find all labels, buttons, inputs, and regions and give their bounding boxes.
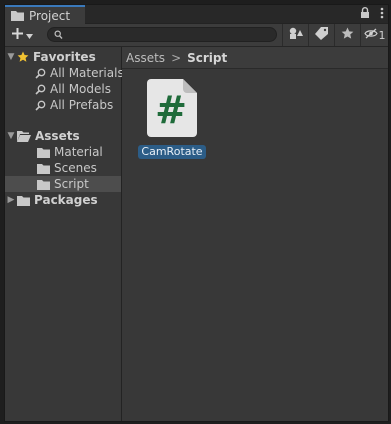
search-field[interactable] [47, 27, 277, 42]
tree-item-label: All Prefabs [50, 98, 114, 112]
asset-browser: Assets > Script # CamRotate [122, 47, 388, 421]
caret-down-icon[interactable]: ▼ [5, 131, 17, 141]
caret-right-icon[interactable]: ▶ [5, 195, 17, 205]
folder-icon [37, 179, 50, 190]
search-icon [35, 100, 46, 111]
lock-icon[interactable] [360, 6, 370, 22]
breadcrumb-assets[interactable]: Assets [126, 51, 165, 65]
folder-icon [17, 195, 30, 206]
search-by-label-button[interactable] [308, 24, 334, 46]
folder-tree: ▼ Favorites All Materials All Models All… [5, 47, 124, 421]
chevron-down-icon [26, 28, 33, 42]
tab-project[interactable]: Project [5, 5, 85, 24]
tree-item-label: All Models [50, 82, 111, 96]
create-asset-button[interactable] [9, 26, 37, 43]
asset-item[interactable]: # CamRotate [138, 79, 206, 159]
search-by-type-icon [289, 27, 303, 43]
tree-item-material[interactable]: Material [5, 144, 121, 160]
folder-icon [37, 147, 50, 158]
csharp-script-icon: # [147, 79, 197, 140]
plus-icon [12, 27, 23, 42]
tree-item-label: Material [54, 145, 103, 159]
breadcrumb: Assets > Script [122, 47, 388, 69]
tree-item-script[interactable]: Script [5, 176, 121, 192]
tree-item-label: Script [54, 177, 89, 191]
breadcrumb-script[interactable]: Script [187, 51, 227, 65]
search-by-type-button[interactable] [282, 24, 308, 46]
folder-icon [11, 10, 24, 21]
search-icon [54, 29, 63, 43]
label-icon [315, 27, 328, 43]
tree-packages-label: Packages [34, 193, 98, 207]
tree-assets[interactable]: ▼ Assets [5, 128, 121, 144]
project-toolbar: 1 [5, 24, 388, 47]
folder-icon [37, 163, 50, 174]
tree-item-label: Scenes [54, 161, 97, 175]
hidden-count: 1 [378, 28, 386, 42]
favorite-star-icon [341, 27, 354, 43]
kebab-menu-icon[interactable] [380, 7, 384, 22]
window-controls [360, 6, 384, 22]
project-window: Project 1 ▼ Favorites All Materials All … [4, 4, 389, 422]
breadcrumb-separator: > [171, 50, 182, 65]
tree-item-all-prefabs[interactable]: All Prefabs [5, 97, 121, 113]
open-folder-icon [17, 130, 31, 142]
tree-item-label: All Materials [50, 66, 124, 80]
search-input[interactable] [64, 28, 269, 41]
toolbar-filter-buttons: 1 [282, 24, 388, 46]
hidden-packages-toggle[interactable]: 1 [360, 24, 388, 46]
caret-down-icon[interactable]: ▼ [5, 52, 17, 62]
hash-glyph: # [155, 88, 187, 132]
tree-item-all-models[interactable]: All Models [5, 81, 121, 97]
tree-packages[interactable]: ▶ Packages [5, 192, 121, 208]
asset-name[interactable]: CamRotate [138, 145, 206, 159]
search-icon [35, 68, 46, 79]
tree-item-scenes[interactable]: Scenes [5, 160, 121, 176]
tree-favorites-label: Favorites [33, 50, 96, 64]
star-icon [17, 51, 29, 63]
tree-item-all-materials[interactable]: All Materials [5, 65, 124, 81]
tree-assets-label: Assets [35, 129, 80, 143]
tab-title: Project [29, 8, 71, 23]
search-icon [35, 84, 46, 95]
tab-strip: Project [5, 5, 388, 24]
tree-favorites[interactable]: ▼ Favorites [5, 49, 121, 65]
hidden-packages-icon [363, 28, 378, 42]
favorites-filter-button[interactable] [334, 24, 360, 46]
